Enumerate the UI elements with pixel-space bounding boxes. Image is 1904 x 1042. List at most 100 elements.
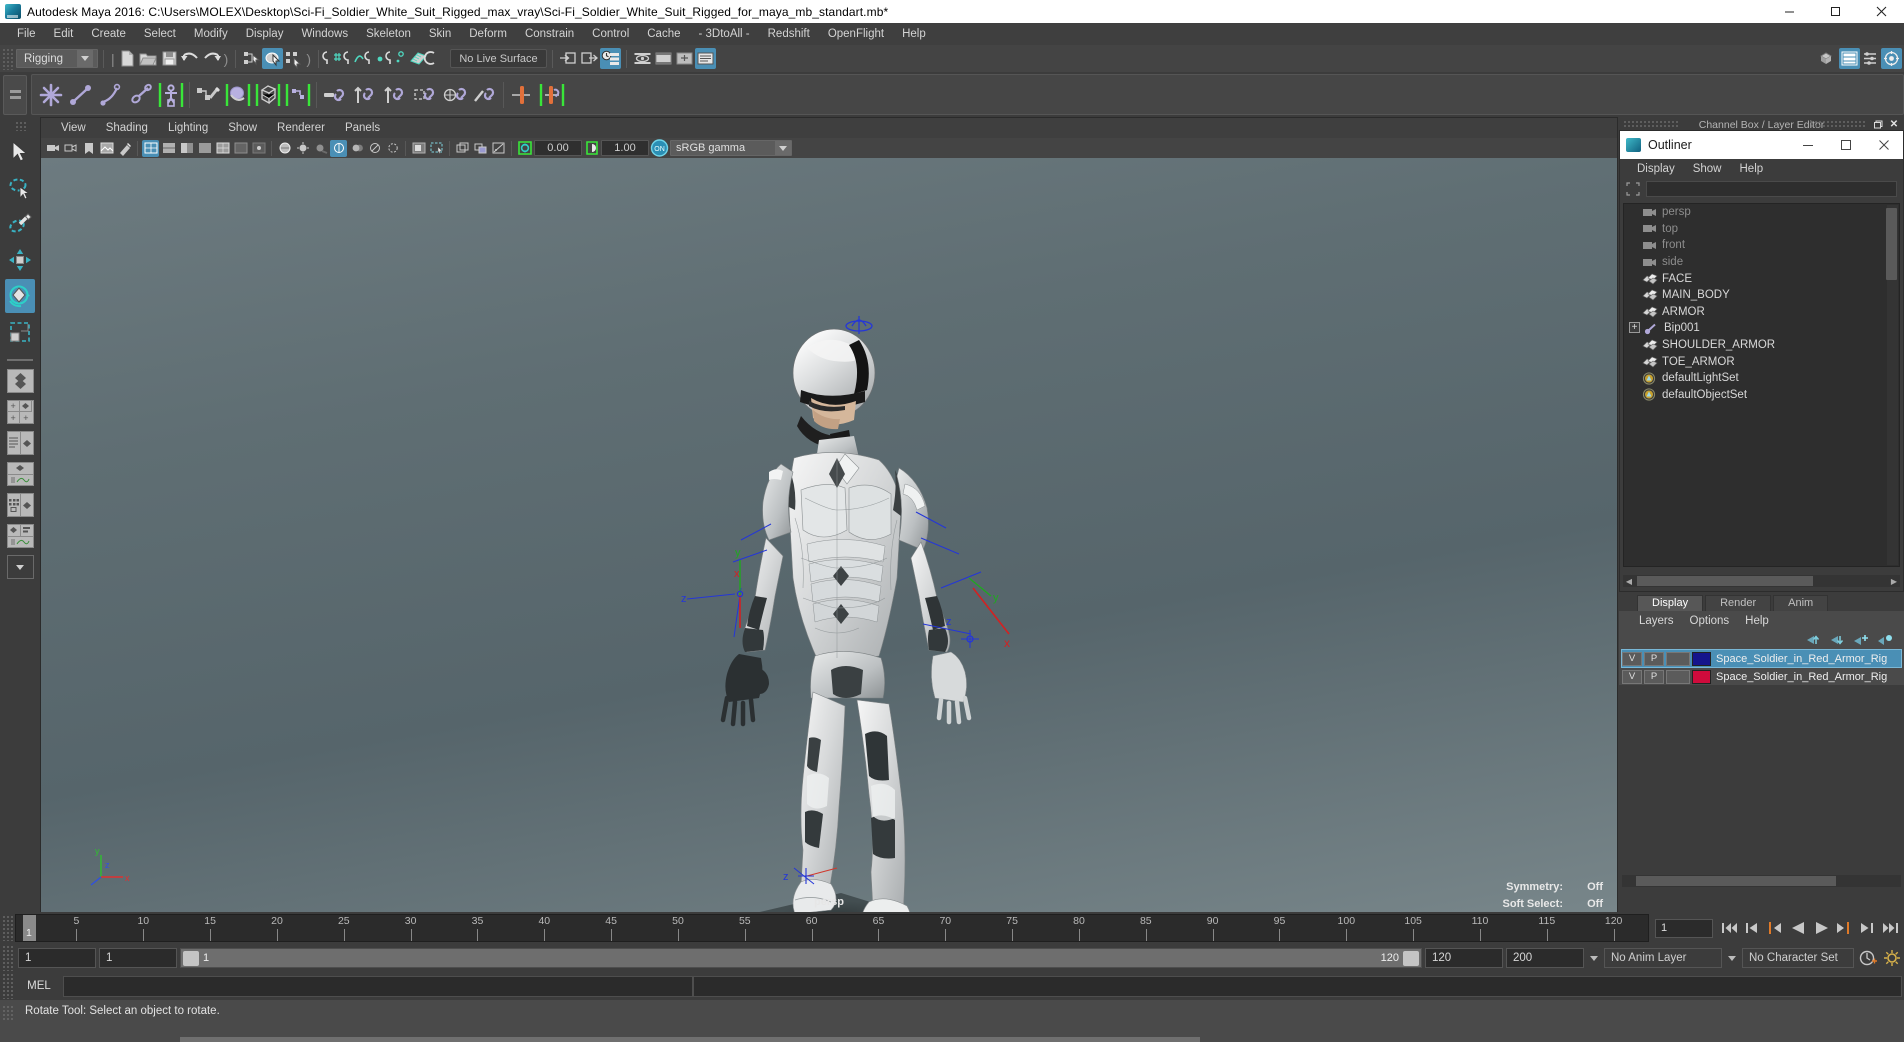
shelf-tab-grip[interactable] — [3, 74, 27, 115]
range-end-field[interactable]: 120 — [1425, 948, 1503, 968]
menu-windows[interactable]: Windows — [292, 25, 357, 43]
go-to-end-icon[interactable] — [1880, 918, 1900, 938]
menu-control[interactable]: Control — [583, 25, 638, 43]
outliner-scroll-thumb[interactable] — [1886, 208, 1897, 280]
step-back-frame-icon[interactable] — [1765, 918, 1785, 938]
gamma-field[interactable]: 1.00 — [601, 140, 649, 156]
isolate-select-icon[interactable] — [410, 140, 427, 157]
open-scene-icon[interactable] — [138, 48, 159, 69]
select-hierarchy-icon[interactable] — [241, 48, 262, 69]
menuset-dropdown[interactable]: Rigging — [16, 49, 98, 68]
redo-icon[interactable] — [201, 48, 222, 69]
parent-constraint-icon[interactable] — [320, 78, 350, 111]
select-object-icon[interactable] — [262, 48, 284, 69]
move-layer-down-icon[interactable] — [1829, 633, 1846, 648]
smooth-shade-selected-icon[interactable] — [178, 140, 195, 157]
rotate-tool[interactable] — [5, 279, 35, 313]
move-layer-up-icon[interactable] — [1805, 633, 1822, 648]
editor-layout-icon[interactable] — [1839, 48, 1860, 69]
current-frame-field[interactable]: 1 — [1655, 918, 1713, 938]
outliner-item-shoulder-armor[interactable]: SHOULDER_ARMOR — [1624, 337, 1899, 354]
aim-constraint-icon[interactable] — [440, 78, 470, 111]
save-scene-icon[interactable] — [159, 48, 180, 69]
tab-render[interactable]: Render — [1705, 595, 1772, 611]
anim-layer-dropdown[interactable]: No Anim Layer — [1604, 948, 1722, 968]
viewport-menu-show[interactable]: Show — [218, 120, 267, 136]
construction-history-icon[interactable] — [599, 48, 621, 69]
paint-skin-weights-icon[interactable] — [193, 78, 223, 111]
outliner-item-default-light-set[interactable]: defaultLightSet — [1624, 370, 1899, 387]
layer-playback-toggle[interactable]: P — [1644, 651, 1664, 666]
outliner-horizontal-scrollbar[interactable]: ◀ ▶ — [1623, 575, 1900, 587]
flat-shade-icon[interactable] — [196, 140, 213, 157]
render-view-icon[interactable] — [632, 48, 653, 69]
menu-constrain[interactable]: Constrain — [516, 25, 583, 43]
depth-of-field-icon[interactable] — [384, 140, 401, 157]
step-forward-frame-icon[interactable] — [1834, 918, 1854, 938]
range-slider-bar[interactable]: 1 120 — [180, 948, 1422, 968]
point-constraint-icon[interactable] — [350, 78, 380, 111]
tab-display[interactable]: Display — [1637, 595, 1704, 611]
use-all-lights-icon[interactable] — [294, 140, 311, 157]
horizontal-scroll-indicator[interactable] — [180, 1037, 1200, 1042]
outliner-menu-display[interactable]: Display — [1628, 162, 1684, 176]
output-connections-icon[interactable] — [579, 48, 600, 69]
tool-settings-icon[interactable] — [1881, 48, 1902, 69]
command-line-grip[interactable] — [2, 973, 13, 999]
layer-editor-hscroll-thumb[interactable] — [1636, 876, 1836, 886]
new-layer-icon[interactable] — [1853, 633, 1870, 648]
cluster-deform-icon[interactable] — [283, 78, 313, 111]
viewport-menu-view[interactable]: View — [51, 120, 96, 136]
panel-grip-left[interactable] — [1623, 120, 1679, 129]
layer-color-swatch[interactable] — [1692, 669, 1711, 684]
layout-persp-outliner[interactable] — [5, 429, 35, 457]
move-tool[interactable] — [5, 243, 35, 277]
isolate-select-toggle-icon[interactable] — [428, 140, 445, 157]
bind-skin-icon[interactable] — [223, 78, 253, 111]
paint-select-tool[interactable] — [5, 207, 35, 241]
outliner-item-default-object-set[interactable]: defaultObjectSet — [1624, 387, 1899, 404]
outliner-vertical-scrollbar[interactable]: ▲ — [1886, 205, 1898, 565]
layer-visibility-toggle[interactable]: V — [1622, 651, 1642, 666]
undo-icon[interactable] — [180, 48, 201, 69]
layout-persp-graph-editor[interactable] — [5, 460, 35, 488]
animation-preferences-icon[interactable] — [1882, 948, 1904, 969]
new-scene-icon[interactable] — [117, 48, 138, 69]
exposure-field[interactable]: 0.00 — [534, 140, 582, 156]
shadows-icon[interactable] — [312, 140, 329, 157]
maximize-icon[interactable] — [1812, 0, 1858, 23]
insert-joint-icon[interactable] — [126, 78, 156, 111]
outliner-item-top[interactable]: top — [1624, 221, 1899, 238]
texture-shade-icon[interactable] — [276, 140, 293, 157]
gamma-reset-icon[interactable] — [583, 140, 600, 157]
menu-skin[interactable]: Skin — [420, 25, 460, 43]
motion-blur-icon[interactable] — [348, 140, 365, 157]
mirror-joint-icon[interactable] — [507, 78, 537, 111]
time-slider-grip[interactable] — [2, 915, 13, 941]
screen-space-ao-icon[interactable] — [330, 139, 347, 157]
viewport-menu-shading[interactable]: Shading — [96, 120, 158, 136]
lattice-deform-icon[interactable] — [253, 78, 283, 111]
layer-row[interactable]: V P Space_Soldier_in_Red_Armor_Rig — [1622, 668, 1901, 685]
scale-tool[interactable] — [5, 315, 35, 349]
menu-edit[interactable]: Edit — [45, 25, 83, 43]
exposure-reset-icon[interactable] — [516, 140, 533, 157]
menu-help[interactable]: Help — [893, 25, 935, 43]
animation-start-time-field[interactable]: 1 — [18, 948, 96, 968]
panel-grip-right[interactable] — [1810, 120, 1866, 129]
create-joint-icon[interactable] — [36, 78, 66, 111]
exposure-toggle-icon[interactable] — [472, 140, 489, 157]
lasso-select-tool[interactable] — [5, 171, 35, 205]
orient-constraint-icon[interactable] — [380, 78, 410, 111]
connect-joint-icon[interactable] — [537, 78, 567, 111]
layer-editor-hscrollbar[interactable] — [1622, 875, 1901, 887]
outliner-search-input[interactable] — [1646, 181, 1897, 197]
live-surface-field[interactable]: No Live Surface — [449, 49, 547, 68]
render-settings-icon[interactable] — [694, 48, 716, 69]
snap-point-icon[interactable] — [364, 48, 387, 69]
layer-playback-toggle[interactable]: P — [1644, 669, 1664, 684]
outliner-item-toe-armor[interactable]: TOE_ARMOR — [1624, 353, 1899, 370]
character-set-dropdown[interactable]: No Character Set — [1742, 948, 1854, 968]
layer-state-toggle[interactable] — [1666, 669, 1690, 684]
chevron-down-icon[interactable] — [1725, 948, 1739, 968]
